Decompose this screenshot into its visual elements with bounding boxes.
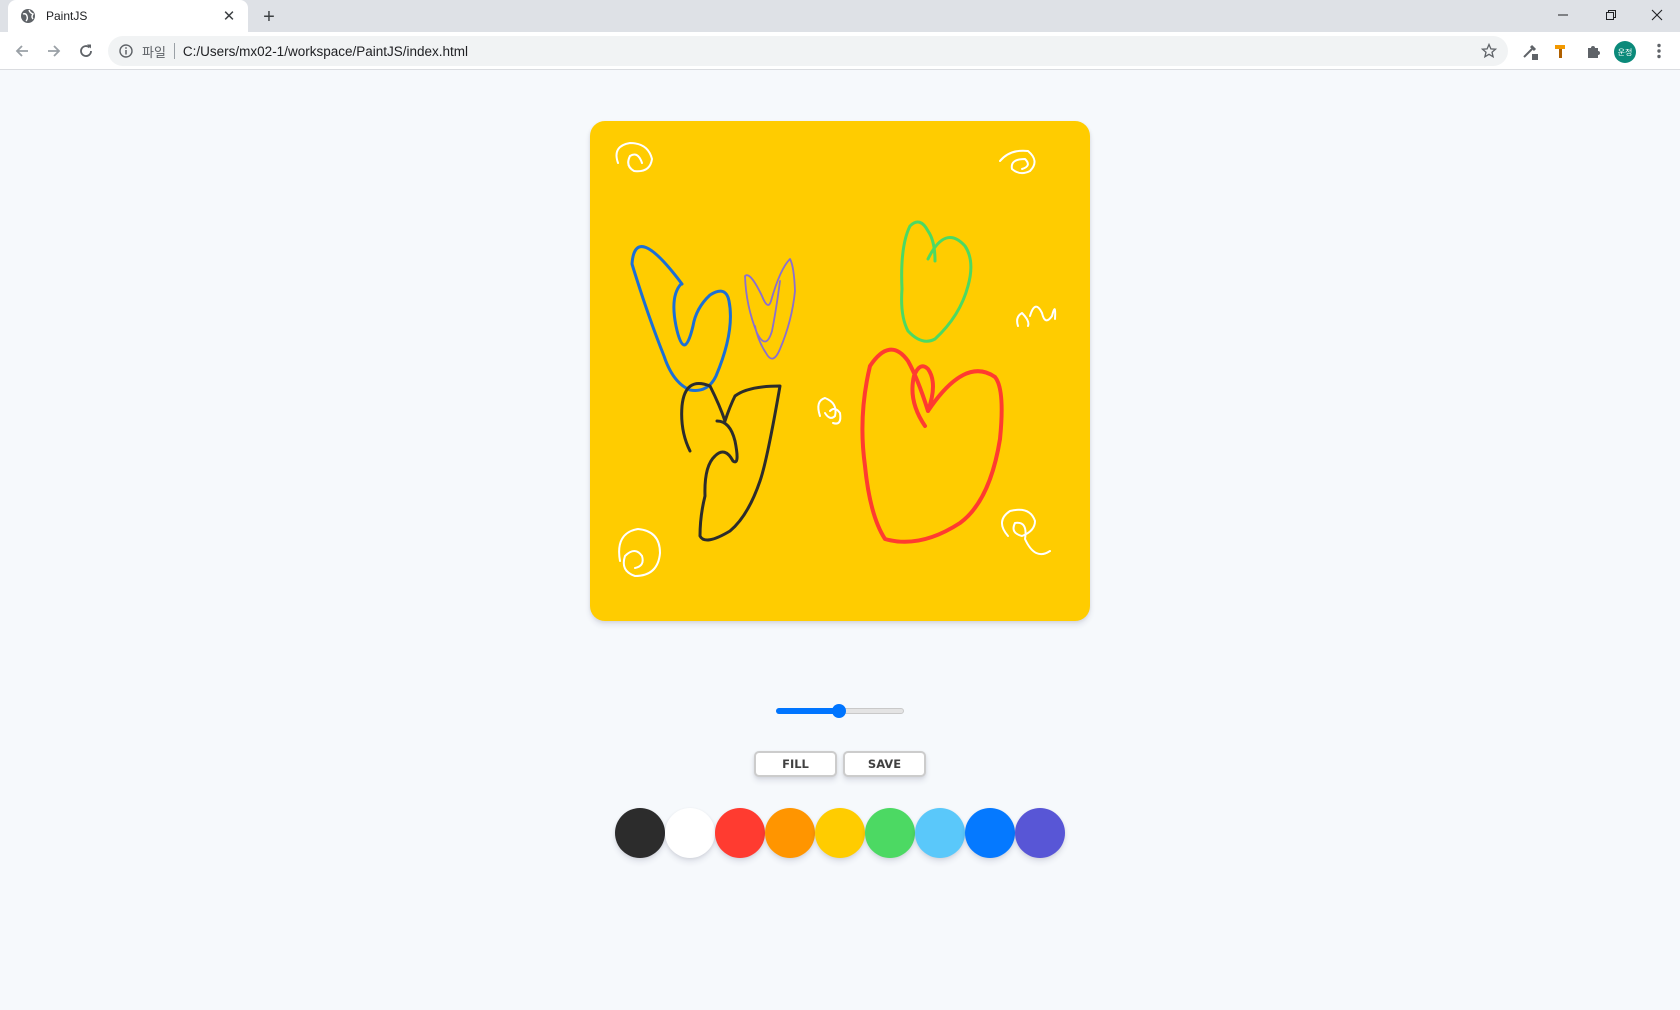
stroke-swirl-center — [817, 397, 842, 425]
restore-icon[interactable] — [1588, 0, 1634, 30]
slider-fill — [776, 708, 839, 714]
info-icon[interactable] — [118, 43, 134, 59]
address-bar[interactable]: 파일 C:/Users/mx02-1/workspace/PaintJS/ind… — [108, 36, 1508, 66]
address-divider — [173, 43, 175, 59]
profile-avatar[interactable]: 운정 — [1614, 41, 1636, 63]
address-scheme: 파일 — [142, 44, 166, 60]
stroke-swirl-mid-right — [1016, 305, 1057, 327]
plus-icon[interactable]: + — [258, 6, 280, 28]
save-button[interactable]: SAVE — [843, 751, 926, 777]
controls-buttons: FILL SAVE — [754, 751, 926, 777]
globe-icon — [20, 8, 36, 24]
hammer-icon[interactable] — [1552, 41, 1572, 61]
fill-button[interactable]: FILL — [754, 751, 837, 777]
arrow-left-icon[interactable] — [10, 39, 34, 63]
tab-strip: PaintJS ✕ + — [0, 0, 1680, 32]
star-icon[interactable] — [1480, 42, 1498, 60]
stroke-swirl-bottom-left — [618, 528, 661, 577]
stroke-heart-blue — [630, 245, 732, 392]
canvas-drawing — [615, 142, 1057, 577]
tab-title: PaintJS — [46, 9, 88, 23]
stroke-heart-black — [680, 382, 782, 542]
browser-tab[interactable]: PaintJS ✕ — [8, 0, 248, 32]
stroke-heart-green — [900, 220, 973, 343]
eyedropper-icon[interactable] — [1520, 41, 1540, 61]
color-swatch-red[interactable] — [715, 808, 765, 858]
brush-size-slider[interactable] — [776, 702, 904, 720]
paint-canvas[interactable] — [590, 121, 1090, 621]
slider-thumb[interactable] — [831, 704, 846, 718]
arrow-right-icon[interactable] — [42, 39, 66, 63]
color-swatch-blue[interactable] — [965, 808, 1015, 858]
kebab-menu-icon[interactable] — [1650, 41, 1668, 61]
color-swatch-green[interactable] — [865, 808, 915, 858]
minimize-icon[interactable] — [1540, 0, 1586, 30]
stroke-heart-purple — [744, 258, 796, 360]
color-palette — [615, 808, 1065, 858]
color-swatch-white[interactable] — [665, 808, 715, 858]
color-swatch-sky[interactable] — [915, 808, 965, 858]
stroke-swirl-top-left — [615, 142, 653, 173]
stroke-swirl-top-right — [999, 149, 1036, 175]
color-swatch-purple[interactable] — [1015, 808, 1065, 858]
puzzle-icon[interactable] — [1584, 41, 1604, 61]
address-url[interactable]: C:/Users/mx02-1/workspace/PaintJS/index.… — [183, 44, 468, 59]
reload-icon[interactable] — [74, 39, 98, 63]
stroke-swirl-bottom-right — [1001, 508, 1051, 555]
close-icon[interactable]: ✕ — [220, 7, 238, 25]
color-swatch-black[interactable] — [615, 808, 665, 858]
color-swatch-yellow[interactable] — [815, 808, 865, 858]
stroke-heart-red — [860, 347, 1004, 544]
color-swatch-orange[interactable] — [765, 808, 815, 858]
window-close-icon[interactable] — [1634, 0, 1680, 30]
browser-toolbar: 파일 C:/Users/mx02-1/workspace/PaintJS/ind… — [0, 32, 1680, 70]
